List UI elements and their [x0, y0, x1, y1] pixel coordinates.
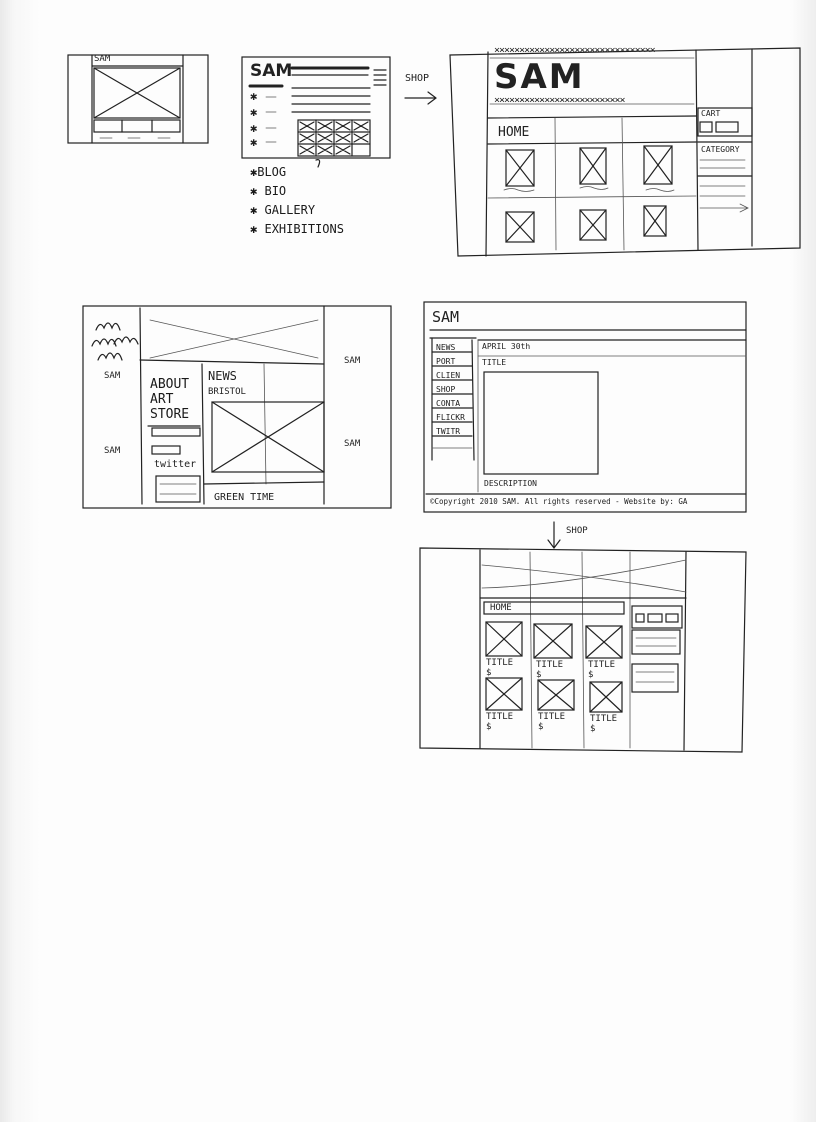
menu-about: ABOUT	[150, 377, 190, 392]
sketch2-arrow-label: SHOP	[405, 73, 430, 84]
nav-item-exhibitions: ✱ EXHIBITIONS	[250, 222, 344, 236]
shop-small-wireframe	[419, 547, 747, 753]
sketch4-logo: SAM	[432, 308, 460, 326]
thumbnail-wireframe	[67, 54, 209, 144]
nav-item-bio: ✱ BIO	[250, 184, 287, 198]
sketch3-menu: ABOUT ART STORE	[150, 377, 189, 422]
sketch5-price-1: $	[486, 668, 492, 678]
sketch3-side-label-right-1: SAM	[344, 356, 361, 366]
sketch3-footer: GREEN TIME	[214, 492, 275, 503]
sketch2-bullet-3: ✱	[250, 121, 258, 135]
shop-large-category-label: CATEGORY	[701, 145, 740, 154]
sketch5-product-title-3: TITLE	[588, 660, 616, 670]
sketch3-logo: SAM	[104, 371, 121, 381]
sketch5-price-5: $	[538, 722, 544, 732]
shop-large-tab-home: HOME	[498, 125, 530, 140]
sketch2-nav-list: ✱BLOG ✱ BIO ✱ GALLERY ✱ EXHIBITIONS	[250, 165, 344, 241]
sketch5-product-title-1: TITLE	[486, 658, 514, 668]
sketch2-bullet-4: ✱	[250, 135, 258, 149]
sketch5-product-title-6: TITLE	[590, 714, 618, 724]
thumb1-logo: SAM	[94, 54, 111, 64]
sketch4-nav-port: PORT	[436, 357, 456, 366]
sketch3-widget-label: twitter	[154, 459, 197, 470]
shop-large-border-deco: ××××××××××××××××××××××××××	[494, 95, 626, 106]
sketch4-date: APRIL 30th	[482, 342, 531, 351]
sketch4-description: DESCRIPTION	[484, 479, 537, 488]
sketch5-tab-home: HOME	[490, 603, 512, 613]
sketch3-news-title: NEWS	[208, 369, 237, 383]
blog-post-wireframe	[423, 301, 747, 549]
sketch5-product-title-2: TITLE	[536, 660, 564, 670]
sketch4-nav: NEWS PORT CLIEN SHOP CONTA FLICKR TWITR	[436, 341, 465, 439]
sketch3-news-sub: BRISTOL	[208, 387, 246, 397]
shop-large-top-deco: ××××××××××××××××××××××××××××××××	[494, 45, 656, 56]
shop-large-cart-label: CART	[701, 109, 721, 118]
nav-item-blog: ✱BLOG	[250, 165, 287, 179]
sketch4-copyright: ©Copyright 2010 SAM. All rights reserved…	[430, 497, 688, 506]
sketch5-product-title-4: TITLE	[486, 712, 514, 722]
sketch5-price-2: $	[536, 670, 542, 680]
sketch4-nav-news: NEWS	[436, 343, 456, 352]
news-layout-wireframe	[82, 305, 392, 509]
sketch2-bullet-1: ✱	[250, 89, 258, 103]
sketch4-nav-clien: CLIEN	[436, 371, 461, 380]
wireframe-sketches	[67, 47, 801, 753]
menu-store: STORE	[150, 407, 190, 422]
sketch4-title: TITLE	[482, 358, 507, 367]
nav-item-gallery: ✱ GALLERY	[250, 203, 316, 217]
sketch4-nav-shop: SHOP	[436, 385, 456, 394]
sketch4-arrow-label: SHOP	[566, 526, 588, 536]
shop-large-logo: SAM	[494, 57, 585, 97]
sketch5-product-title-5: TITLE	[538, 712, 566, 722]
sketch3-side-label-left: SAM	[104, 446, 121, 456]
sketch5-price-6: $	[590, 724, 596, 734]
sketch2-bullet-2: ✱	[250, 105, 258, 119]
sketch-page: SAM SAM ✱ ✱ ✱ ✱ ✱BLOG ✱ BIO ✱ GALLERY ✱ …	[0, 0, 816, 1122]
sketch3-side-label-right-2: SAM	[344, 439, 361, 449]
sketch5-price-3: $	[588, 670, 594, 680]
sketch4-nav-flickr: FLICKR	[436, 413, 465, 422]
sketch5-price-4: $	[486, 722, 492, 732]
sketch4-nav-twitr: TWITR	[436, 427, 461, 436]
sketch4-nav-conta: CONTA	[436, 399, 461, 408]
menu-art: ART	[150, 392, 174, 407]
sketch2-logo: SAM	[250, 61, 293, 81]
